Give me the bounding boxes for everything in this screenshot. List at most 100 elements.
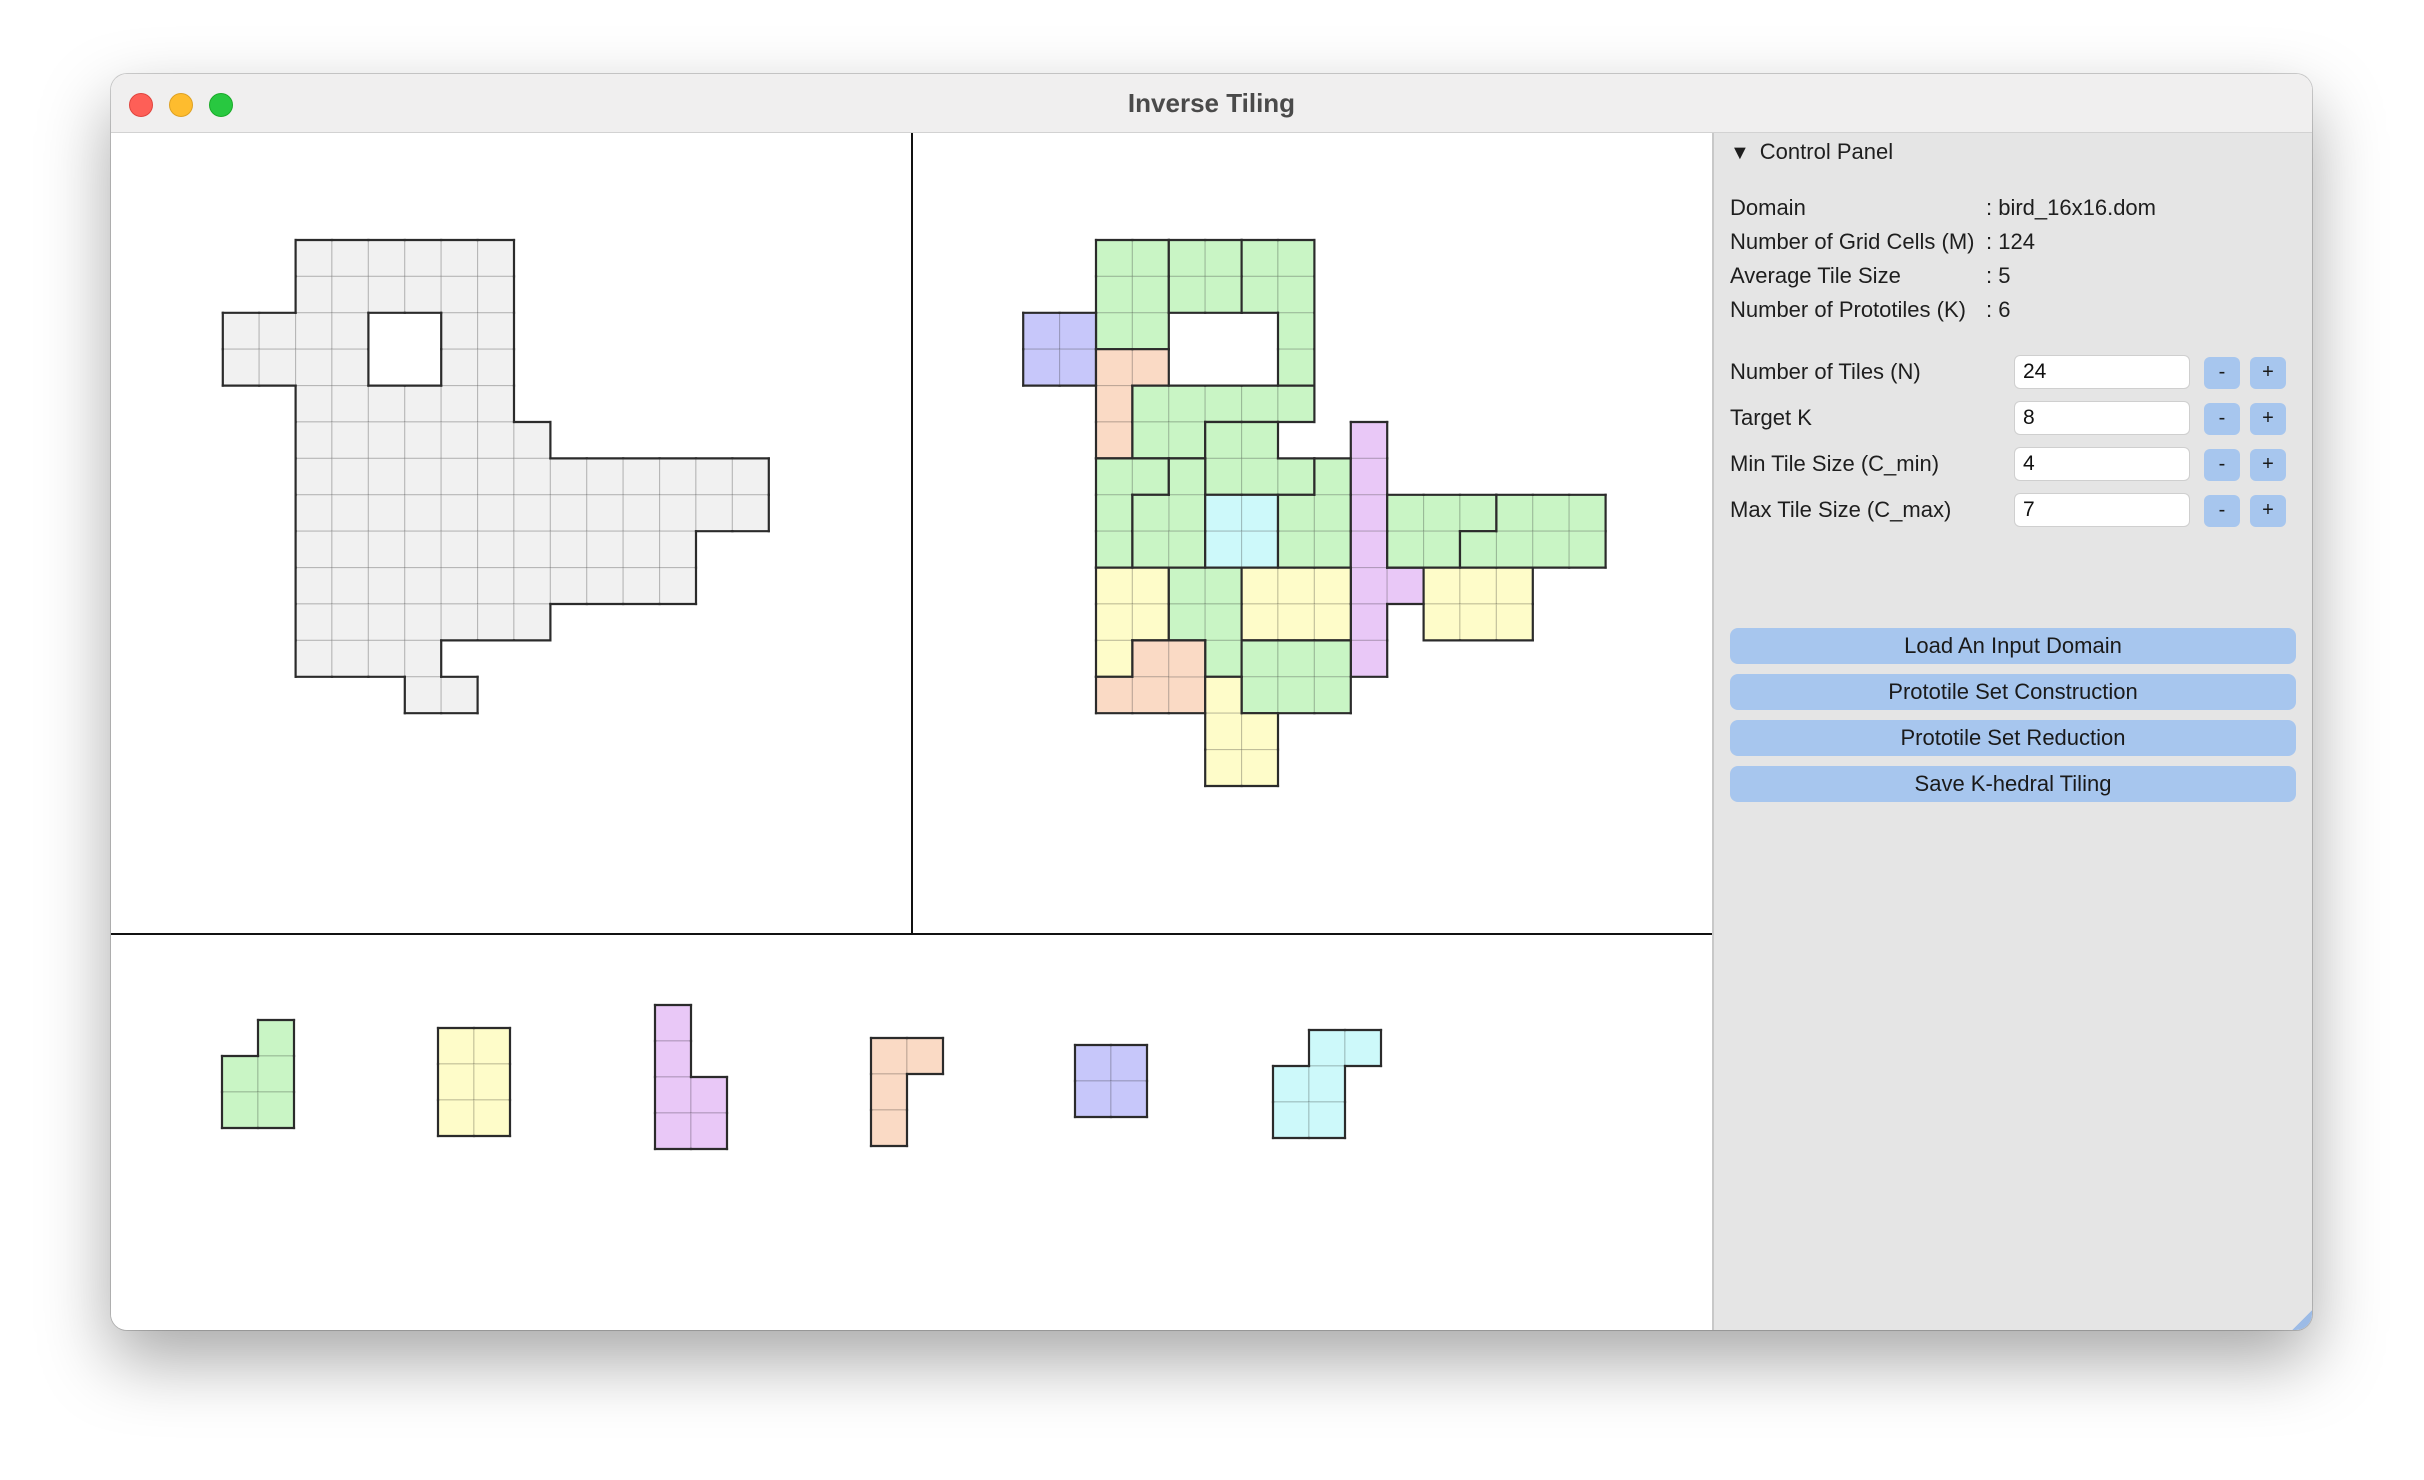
grid-cell (367, 385, 406, 423)
prototile-2 (436, 1026, 512, 1138)
grid-cell (331, 530, 370, 569)
target-k-decrement-button[interactable]: - (2204, 403, 2240, 435)
grid-cell (549, 457, 588, 496)
grid-cell (331, 239, 370, 278)
tiling-result-view (1022, 238, 1607, 788)
prototile-set-construction-button[interactable]: Prototile Set Construction (1730, 674, 2296, 710)
grid-cell (1240, 494, 1279, 532)
grid-cell (440, 567, 479, 605)
grid-cell (1131, 494, 1170, 532)
grid-cell (1131, 676, 1170, 714)
grid-cell (477, 312, 515, 350)
tile-1 (1094, 238, 1170, 351)
grid-cell (440, 312, 479, 350)
target-k-input[interactable] (2014, 401, 2190, 435)
grid-cell (1277, 494, 1316, 532)
grid-cell (1344, 1029, 1382, 1067)
resize-grip[interactable] (2290, 1306, 2312, 1330)
prototile-set-reduction-button[interactable]: Prototile Set Reduction (1730, 720, 2296, 756)
grid-cell (440, 603, 479, 642)
window-title: Inverse Tiling (1127, 88, 1296, 118)
grid-cell (1022, 348, 1061, 387)
load-input-domain-button[interactable]: Load An Input Domain (1730, 628, 2296, 664)
grid-cell (1204, 530, 1243, 569)
grid-cell (1204, 712, 1243, 751)
tile-10 (1204, 493, 1280, 569)
grid-cell (1168, 639, 1206, 678)
tile-4 (1022, 311, 1098, 387)
grid-cell (1277, 457, 1316, 496)
grid-cell (1272, 1065, 1310, 1103)
grid-cell (1313, 639, 1352, 678)
info-value: : 124 (1986, 229, 2035, 254)
grid-cell (586, 567, 624, 605)
grid-cell (404, 567, 442, 605)
grid-cell (1495, 530, 1534, 569)
grid-cell (1168, 676, 1206, 714)
param-label: Target K (1730, 405, 1812, 430)
number-of-tiles-input[interactable] (2014, 355, 2190, 389)
target-k-increment-button[interactable]: + (2250, 403, 2286, 435)
grid-cell (295, 457, 333, 496)
grid-cell (1110, 1080, 1148, 1118)
grid-cell (1095, 457, 1134, 496)
max-tile-size-decrement-button[interactable]: - (2204, 495, 2240, 527)
number-of-tiles-increment-button[interactable]: + (2250, 357, 2286, 389)
grid-cell (690, 1112, 728, 1150)
grid-cell (331, 603, 370, 642)
min-tile-size-decrement-button[interactable]: - (2204, 449, 2240, 481)
grid-cell (331, 494, 370, 532)
grid-cell (295, 348, 333, 387)
min-tile-size-increment-button[interactable]: + (2250, 449, 2286, 481)
number-of-tiles-decrement-button[interactable]: - (2204, 357, 2240, 389)
grid-cell (622, 567, 661, 605)
grid-cell (440, 457, 479, 496)
control-panel-header[interactable]: ▼ Control Panel (1730, 139, 1893, 165)
grid-cell (1277, 239, 1316, 278)
grid-cell (1168, 494, 1206, 532)
grid-cell (473, 1099, 511, 1137)
grid-cell (658, 530, 697, 569)
grid-cell (1204, 603, 1243, 642)
prototile-5 (1073, 1043, 1149, 1119)
grid-cell (513, 603, 552, 642)
max-tile-size-increment-button[interactable]: + (2250, 495, 2286, 527)
tiling-canvas[interactable] (111, 133, 1712, 1330)
grid-cell (477, 421, 515, 460)
grid-cell (549, 494, 588, 532)
grid-cell (1350, 421, 1388, 460)
grid-cell (477, 603, 515, 642)
max-tile-size-input[interactable] (2014, 493, 2190, 527)
grid-cell (473, 1063, 511, 1101)
grid-cell (1568, 530, 1607, 569)
grid-cell (221, 1091, 259, 1129)
tile-7 (1204, 420, 1316, 496)
grid-cell (1240, 712, 1279, 751)
grid-cell (654, 1040, 692, 1078)
grid-cell (1386, 567, 1425, 605)
grid-cell (658, 457, 697, 496)
grid-cell (1204, 385, 1243, 423)
min-tile-size-input[interactable] (2014, 447, 2190, 481)
grid-cell (731, 494, 770, 532)
grid-cell (513, 457, 552, 496)
grid-cell (1277, 530, 1316, 569)
grid-cell (221, 1055, 259, 1093)
grid-cell (1204, 494, 1243, 532)
grid-cell (1495, 494, 1534, 532)
grid-cell (1240, 639, 1279, 678)
grid-cell (1095, 312, 1134, 350)
grid-cell (1168, 530, 1206, 569)
info-label: Number of Prototiles (K) (1730, 297, 1966, 322)
grid-cell (1168, 421, 1206, 460)
grid-cell (513, 567, 552, 605)
grid-cell (257, 1019, 295, 1057)
save-k-hedral-tiling-button[interactable]: Save K-hedral Tiling (1730, 766, 2296, 802)
grid-cell (404, 530, 442, 569)
input-domain-view (221, 238, 770, 715)
grid-cell (1422, 567, 1461, 605)
param-label: Number of Tiles (N) (1730, 359, 1921, 384)
grid-cell (295, 639, 333, 678)
grid-cell (1131, 239, 1170, 278)
prototile-3 (653, 1003, 729, 1151)
